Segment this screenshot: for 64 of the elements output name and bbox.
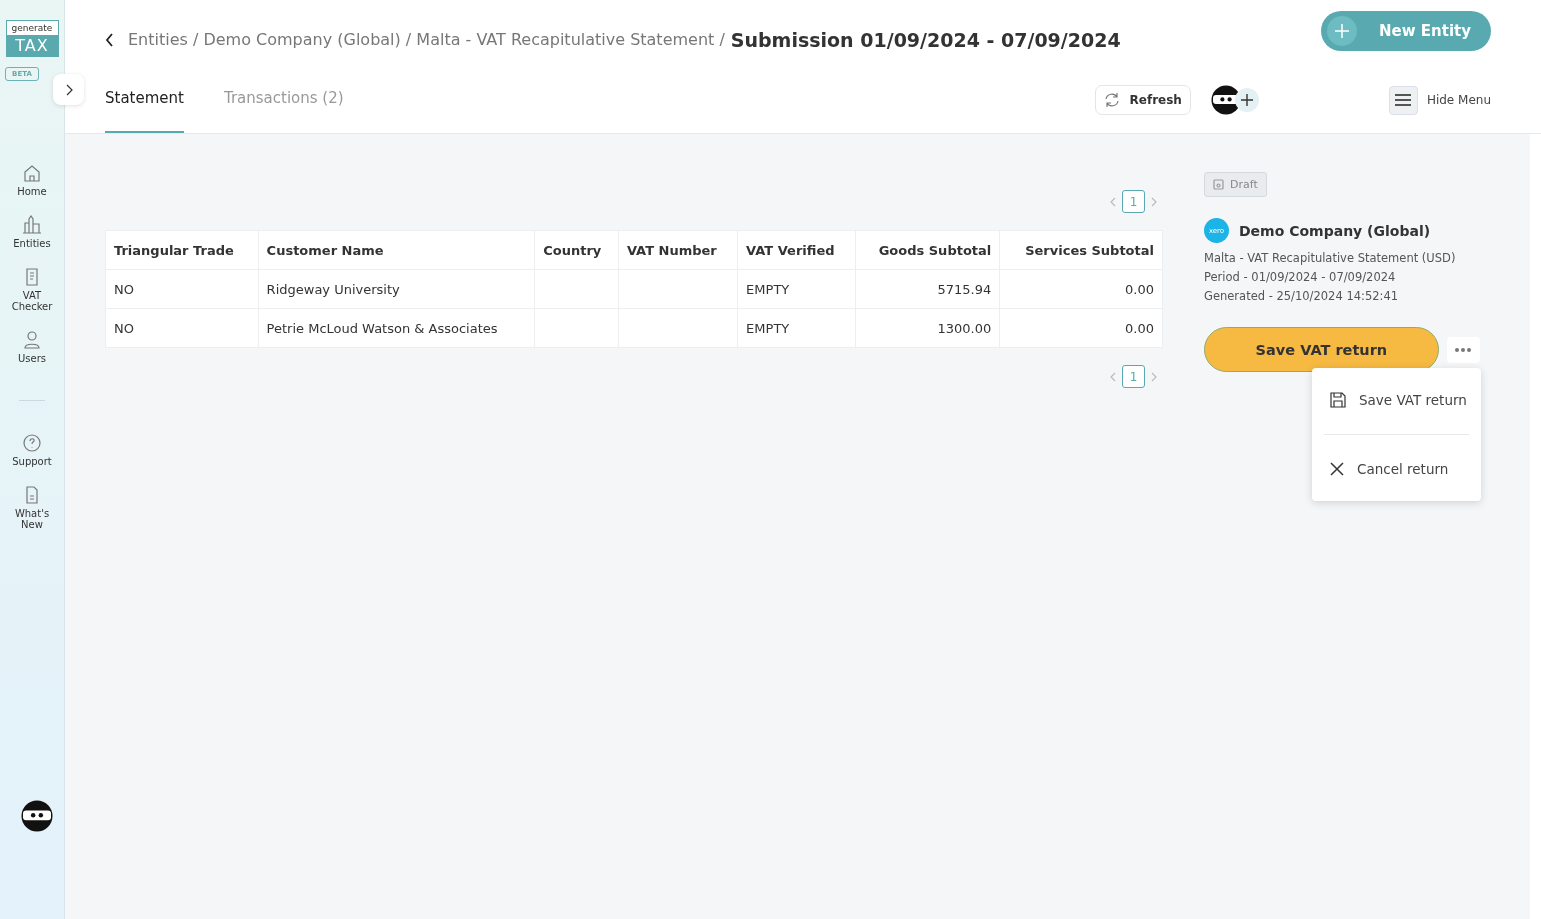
refresh-icon [1103, 92, 1120, 108]
table-cell: 1300.00 [937, 320, 992, 336]
nav-item[interactable]: Home [6, 163, 58, 197]
table-cell: Ridgeway University [266, 281, 400, 297]
chevron-right-icon [1151, 196, 1157, 207]
table-cell: 0.00 [1125, 281, 1154, 297]
column-header: Country [534, 230, 619, 270]
close-icon [1330, 462, 1344, 476]
nav-item[interactable]: Support [6, 433, 58, 467]
table-cell: EMPTY [746, 320, 790, 336]
nav-item[interactable]: VAT Checker [6, 267, 58, 312]
previous-page-button[interactable] [1110, 371, 1116, 382]
table-cell: 0.00 [1125, 320, 1154, 336]
column-header: Triangular Trade [105, 230, 259, 270]
breadcrumb: Entities / Demo Company (Global) / Malta - VAT Recapitulative Statement / [128, 30, 725, 50]
table-cell: EMPTY [746, 281, 790, 297]
column-header: VAT Verified [737, 230, 856, 270]
save-icon [1330, 392, 1346, 408]
company-name: Demo Company (Global) [1239, 222, 1431, 239]
save-vat-return-button[interactable]: Save VAT return [1204, 327, 1439, 372]
plus-icon [1335, 23, 1349, 38]
chevron-right-icon [1151, 371, 1157, 382]
detail-text: Period - 01/09/2024 - 07/09/2024 [1204, 269, 1397, 286]
page-title: Submission 01/09/2024 - 07/09/2024 [730, 28, 1121, 51]
more-button[interactable] [1446, 336, 1480, 363]
previous-page-button[interactable] [1110, 196, 1116, 207]
next-page-button[interactable] [1151, 196, 1157, 207]
help-icon [22, 433, 42, 453]
user-icon [22, 330, 42, 350]
chevron-right-icon [64, 83, 73, 96]
home-icon [22, 163, 42, 183]
avatar-icon [21, 800, 53, 832]
table-cell: Petrie McLoud Watson & Associates [266, 320, 498, 336]
table-cell: NO [114, 281, 134, 297]
detail-text: Malta - VAT Recapitulative Statement (USD) [1204, 250, 1457, 267]
table-cell: NO [114, 320, 134, 336]
column-header: VAT Number [618, 230, 738, 270]
buildings-icon [22, 215, 42, 235]
refresh-button[interactable]: Refresh [1094, 85, 1191, 115]
nav-item[interactable]: Entities [6, 215, 58, 249]
add-user-button[interactable] [1234, 88, 1259, 112]
menu-icon [1395, 93, 1412, 107]
nav-item[interactable]: Users [6, 330, 58, 364]
table-cell: 5715.94 [937, 281, 992, 297]
column-header: Goods Subtotal [855, 230, 1000, 270]
menu-item[interactable]: Cancel return [1312, 443, 1481, 495]
expand-button[interactable] [53, 74, 84, 105]
status-badge: Draft [1204, 172, 1267, 197]
more-icon [1454, 346, 1473, 353]
nav-item[interactable]: What's New [6, 485, 58, 530]
menu-item[interactable]: Save VAT return [1312, 374, 1481, 426]
detail-text: Generated - 25/10/2024 14:52:41 [1204, 288, 1400, 305]
menu-button[interactable] [1388, 85, 1418, 115]
chevron-left-icon [105, 32, 114, 47]
column-header: Services Subtotal [999, 230, 1163, 270]
chevron-left-icon [1110, 196, 1116, 207]
plus-icon [1240, 94, 1253, 106]
hide-menu-link[interactable]: Hide Menu [1426, 93, 1491, 107]
save-icon [1213, 179, 1224, 190]
next-page-button[interactable] [1151, 371, 1157, 382]
logo: generate TAX [5, 20, 59, 57]
chevron-left-icon [1110, 371, 1116, 382]
avatar-icon [1210, 85, 1241, 115]
column-header: Customer Name [258, 230, 535, 270]
